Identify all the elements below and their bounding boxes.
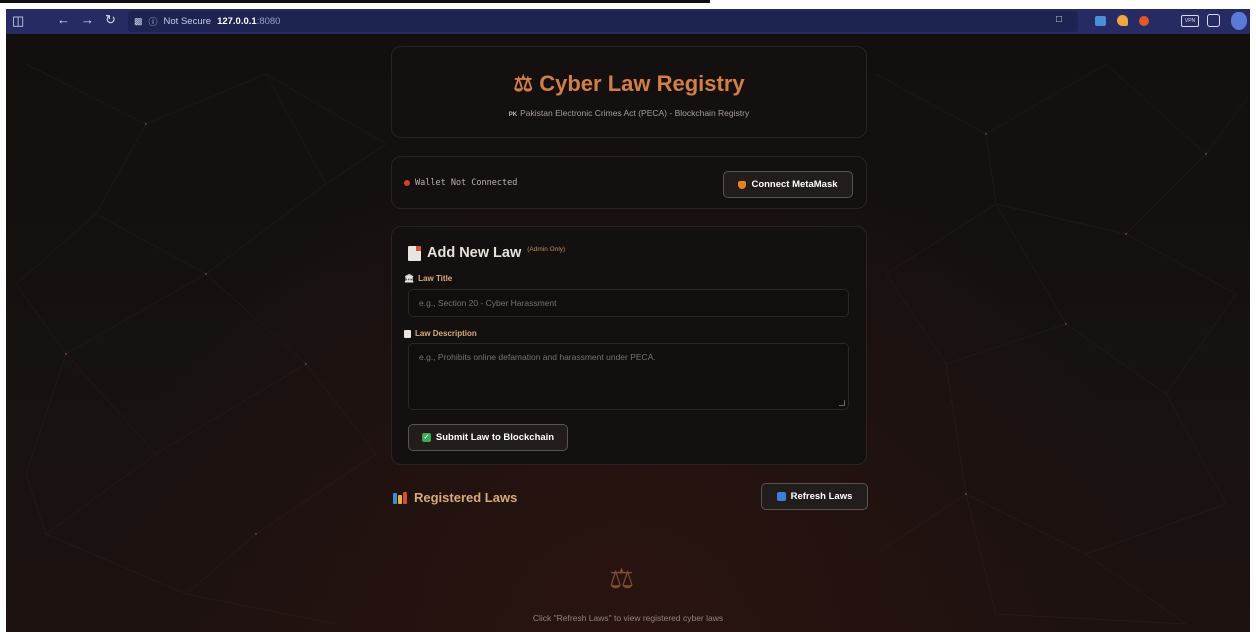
wallet-card: Wallet Not Connected Connect MetaMask [391,156,867,209]
metamask-fox-icon [738,180,747,189]
header-card: ⚖ Cyber Law Registry PK Pakistan Electron… [391,46,867,138]
sidebar-toggle-icon[interactable]: ◫ [12,13,24,29]
check-icon: ✓ [421,433,431,442]
extension-translate-icon[interactable] [1095,16,1106,26]
memo-icon [404,329,411,338]
shield-icon: ▩ [134,16,143,26]
back-arrow-icon[interactable]: ← [57,12,70,27]
refresh-laws-button[interactable]: Refresh Laws [761,483,868,510]
law-description-textarea[interactable]: e.g., Prohibits online defamation and ha… [408,343,849,410]
law-title-label: 🏛 Law Title [404,274,453,283]
law-description-label: Law Description [404,329,477,338]
bank-icon: 🏛 [404,274,415,283]
forward-arrow-icon[interactable]: → [81,12,94,27]
scales-icon: ⚖ [513,71,534,96]
submit-law-button[interactable]: ✓ Submit Law to Blockchain [408,424,568,451]
address-bar[interactable]: ▩ ⓘ Not Secure 127.0.0.1:8080 [128,11,1078,32]
vpn-icon[interactable]: VPN [1181,15,1199,27]
bookmark-icon[interactable]: □ [1056,14,1062,25]
admin-only-note: (Admin Only) [527,245,566,253]
registered-laws-heading: Registered Laws [393,490,517,505]
flag-pk-icon: PK [508,112,518,118]
extension-paint-icon[interactable] [1117,15,1128,26]
url-host: 127.0.0.1 [217,16,257,27]
page-subtitle: PK Pakistan Electronic Crimes Act (PECA) … [508,108,750,118]
extension-fox-icon[interactable] [1139,16,1149,26]
wallet-extension-icon[interactable] [1207,14,1220,27]
reload-icon[interactable]: ↻ [105,12,116,28]
page-viewport: ⚖ Cyber Law Registry PK Pakistan Electron… [6,34,1250,632]
status-dot-icon [404,180,410,186]
wallet-status: Wallet Not Connected [404,178,517,188]
page-title: ⚖ Cyber Law Registry [513,71,745,96]
info-icon: ⓘ [148,17,158,27]
empty-state-text: Click "Refresh Laws" to view registered … [532,613,724,623]
add-law-heading: Add New Law (Admin Only) [408,245,565,261]
add-law-card: Add New Law (Admin Only) 🏛 Law Title e.g… [391,226,867,465]
resize-handle[interactable] [839,400,845,406]
browser-logo-icon[interactable] [1231,12,1247,30]
top-edge-line [0,0,710,3]
browser-toolbar: ◫ ← → ↻ ▩ ⓘ Not Secure 127.0.0.1:8080 □ … [6,9,1250,34]
empty-state-scales-icon: ⚖ [609,563,635,594]
connect-metamask-button[interactable]: Connect MetaMask [723,171,853,198]
law-title-input[interactable]: e.g., Section 20 - Cyber Harassment [408,289,849,317]
url-port: :8080 [256,16,281,27]
document-icon [408,245,421,261]
security-label: Not Secure [163,16,212,27]
refresh-icon [776,492,786,501]
books-icon [393,491,408,504]
